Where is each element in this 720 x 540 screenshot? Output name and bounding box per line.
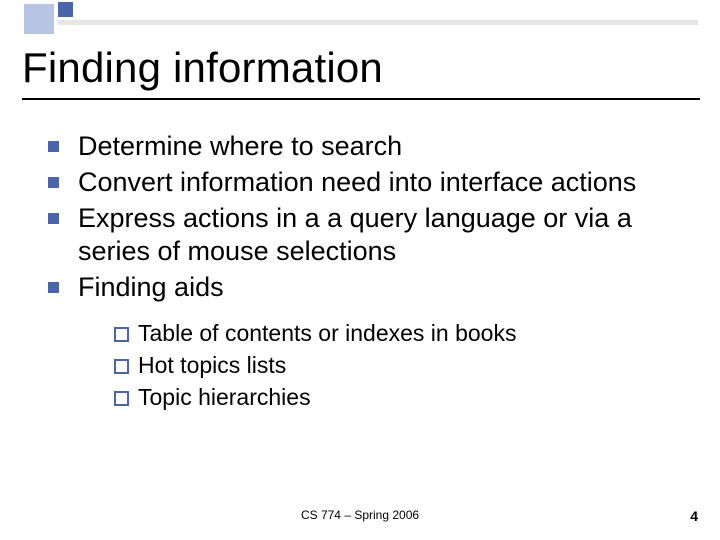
bullet-item: Convert information need into interface … <box>44 166 684 200</box>
sub-bullet-item: Topic hierarchies <box>112 383 684 413</box>
sub-bullet-text: Table of contents or indexes in books <box>138 320 516 346</box>
sub-bullet-text: Topic hierarchies <box>138 384 311 410</box>
slide-content: Determine where to search Convert inform… <box>22 130 690 412</box>
title-rule <box>22 98 700 100</box>
page-number: 4 <box>690 508 698 524</box>
sub-bullet-item: Table of contents or indexes in books <box>112 319 684 349</box>
bullet-list: Determine where to search Convert inform… <box>44 130 684 412</box>
sub-bullet-text: Hot topics lists <box>138 352 286 378</box>
bullet-text: Convert information need into interface … <box>78 167 636 197</box>
bullet-text: Express actions in a a query language or… <box>78 203 632 267</box>
slide-body: Finding information Determine where to s… <box>0 0 720 540</box>
sub-bullet-item: Hot topics lists <box>112 351 684 381</box>
sub-bullet-list: Table of contents or indexes in books Ho… <box>112 319 684 413</box>
bullet-item: Determine where to search <box>44 130 684 164</box>
bullet-text: Finding aids <box>78 272 224 302</box>
slide-title: Finding information <box>22 44 690 92</box>
bullet-item: Express actions in a a query language or… <box>44 202 684 270</box>
footer-course-label: CS 774 – Spring 2006 <box>0 508 720 522</box>
bullet-text: Determine where to search <box>78 131 402 161</box>
bullet-item: Finding aids Table of contents or indexe… <box>44 271 684 412</box>
